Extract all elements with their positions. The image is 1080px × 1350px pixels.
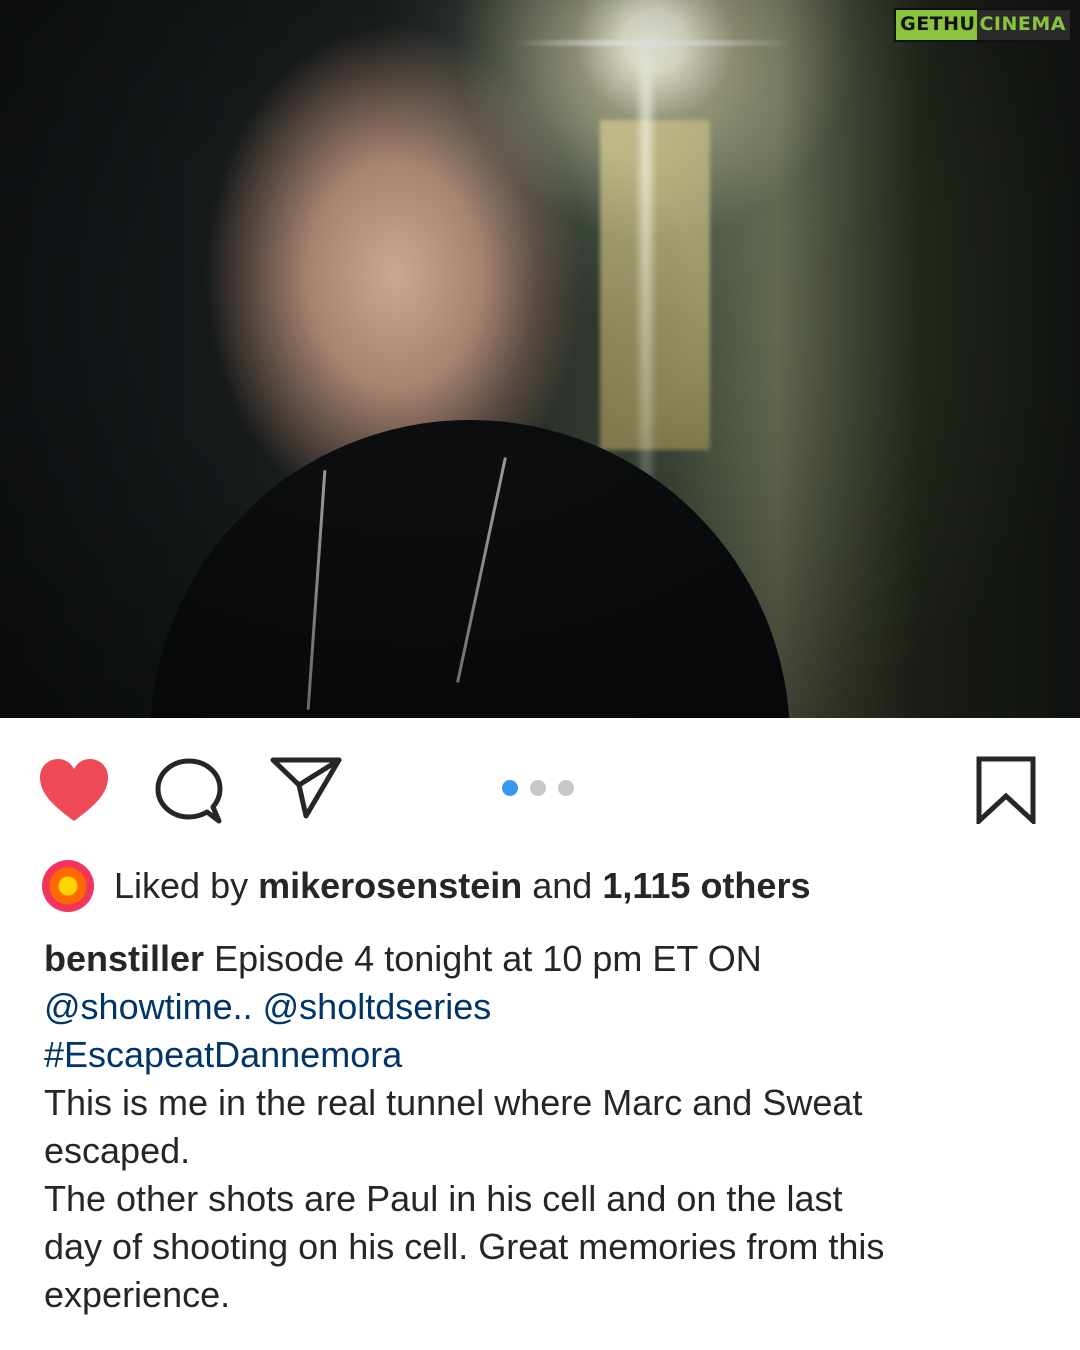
mention-link-sholtdseries[interactable]: @sholtdseries	[263, 986, 492, 1027]
post-photo[interactable]: GETHU CINEMA	[0, 0, 1080, 718]
liker-avatar[interactable]	[42, 860, 94, 912]
caption-line-2: @showtime.. @sholtdseries	[44, 983, 1054, 1031]
post-caption: benstiller Episode 4 tonight at 10 pm ET…	[44, 935, 1054, 1319]
photo-vignette	[0, 0, 1080, 718]
watermark-part1: GETHU	[896, 10, 978, 40]
caption-line-4: This is me in the real tunnel where Marc…	[44, 1082, 863, 1123]
caption-line-6: The other shots are Paul in his cell and…	[44, 1178, 843, 1219]
caption-line-1: benstiller Episode 4 tonight at 10 pm ET…	[44, 935, 1054, 983]
watermark-logo: GETHU CINEMA	[894, 8, 1072, 42]
caption-line-8: experience.	[44, 1274, 231, 1315]
watermark-part2: CINEMA	[977, 10, 1070, 40]
carousel-dot-3[interactable]	[558, 780, 574, 796]
speech-bubble-icon[interactable]	[155, 757, 223, 825]
likes-summary[interactable]: Liked by mikerosenstein and 1,115 others	[42, 860, 810, 912]
paper-plane-icon[interactable]	[270, 757, 342, 819]
caption-line-3: #EscapeatDannemora	[44, 1031, 1054, 1079]
mention-link-showtime[interactable]: @showtime..	[44, 986, 253, 1027]
bookmark-icon[interactable]	[976, 756, 1036, 824]
likes-count[interactable]: 1,115 others	[602, 865, 810, 906]
likes-connector: and	[532, 865, 593, 906]
caption-line-5: escaped.	[44, 1130, 191, 1171]
heart-filled-icon[interactable]	[38, 757, 110, 823]
carousel-indicator	[502, 780, 574, 796]
carousel-dot-2[interactable]	[530, 780, 546, 796]
caption-line-7: day of shooting on his cell. Great memor…	[44, 1226, 885, 1267]
hashtag-link[interactable]: #EscapeatDannemora	[44, 1034, 402, 1075]
likes-text: Liked by mikerosenstein and 1,115 others	[114, 860, 810, 912]
liker-username[interactable]: mikerosenstein	[258, 865, 522, 906]
caption-text-1: Episode 4 tonight at 10 pm ET ON	[214, 938, 762, 979]
caption-username[interactable]: benstiller	[44, 938, 204, 979]
carousel-dot-1[interactable]	[502, 780, 518, 796]
likes-prefix: Liked by	[114, 865, 249, 906]
